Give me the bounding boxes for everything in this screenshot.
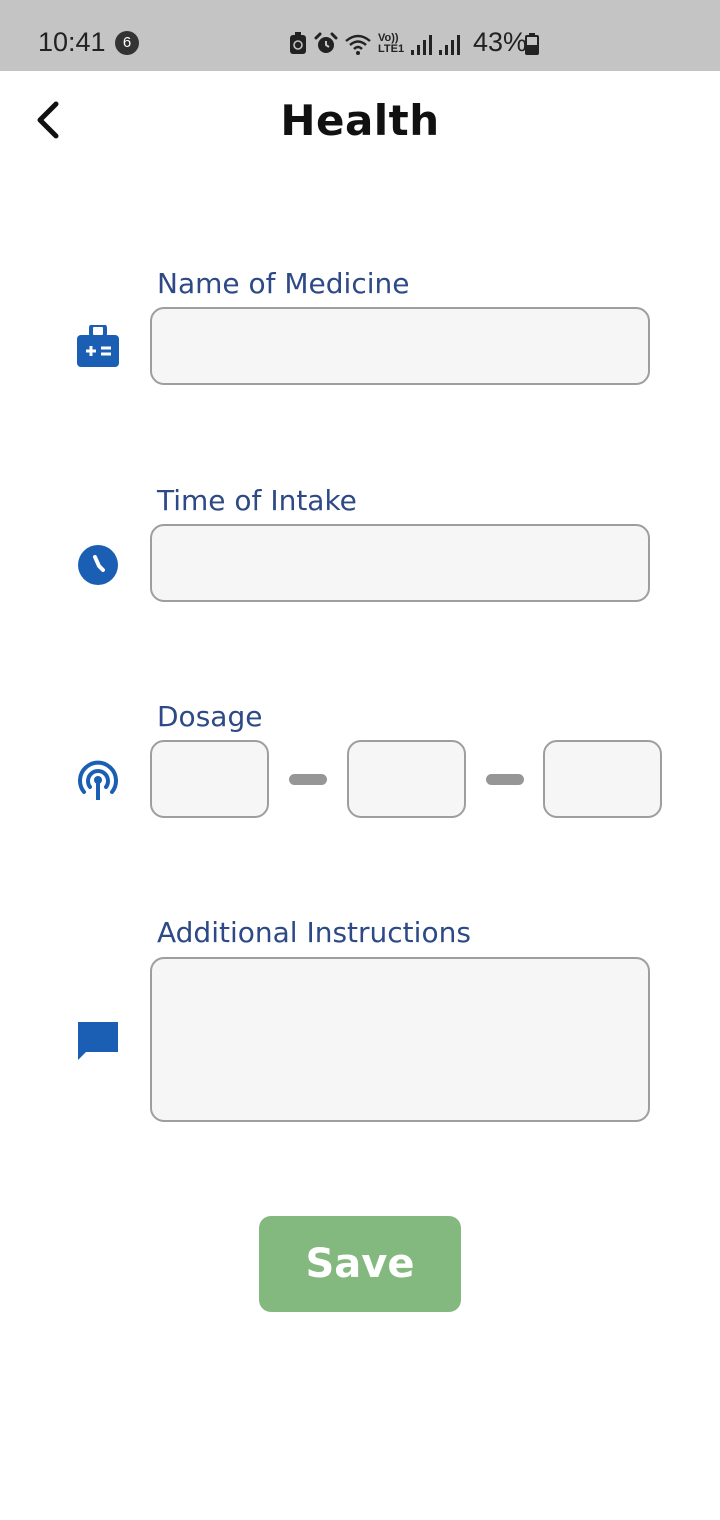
status-bar: 10:41 6 Vo)) LTE1 43% [0,0,720,71]
status-icons: Vo)) LTE1 [288,30,461,58]
signal-icon [411,35,433,55]
signal-icon [439,35,461,55]
battery-icon [525,33,539,55]
time-of-intake-input[interactable] [150,524,650,602]
time-label: Time of Intake [157,484,357,517]
dosage-separator [486,774,524,785]
battery-percent: 43% [473,27,528,57]
save-button[interactable]: Save [259,1216,461,1312]
medical-bag-icon [77,325,119,367]
clock-icon [78,545,118,585]
status-time: 10:41 [38,27,106,57]
medicine-label: Name of Medicine [157,267,410,300]
additional-instructions-textarea[interactable] [150,957,650,1122]
recycle-icon [290,32,306,54]
dosage-label: Dosage [157,700,263,733]
medicine-name-input[interactable] [150,307,650,385]
antenna-icon [78,760,118,800]
dosage-afternoon-input[interactable] [347,740,466,818]
instructions-label: Additional Instructions [157,916,471,949]
notification-count-badge: 6 [115,31,139,55]
wifi-icon [345,34,371,55]
dosage-separator [289,774,327,785]
volte-icon: Vo)) LTE1 [378,32,405,55]
chat-bubble-icon [78,1022,118,1060]
alarm-icon [314,32,338,53]
dosage-morning-input[interactable] [150,740,269,818]
dosage-night-input[interactable] [543,740,662,818]
page-title: Health [280,96,440,145]
